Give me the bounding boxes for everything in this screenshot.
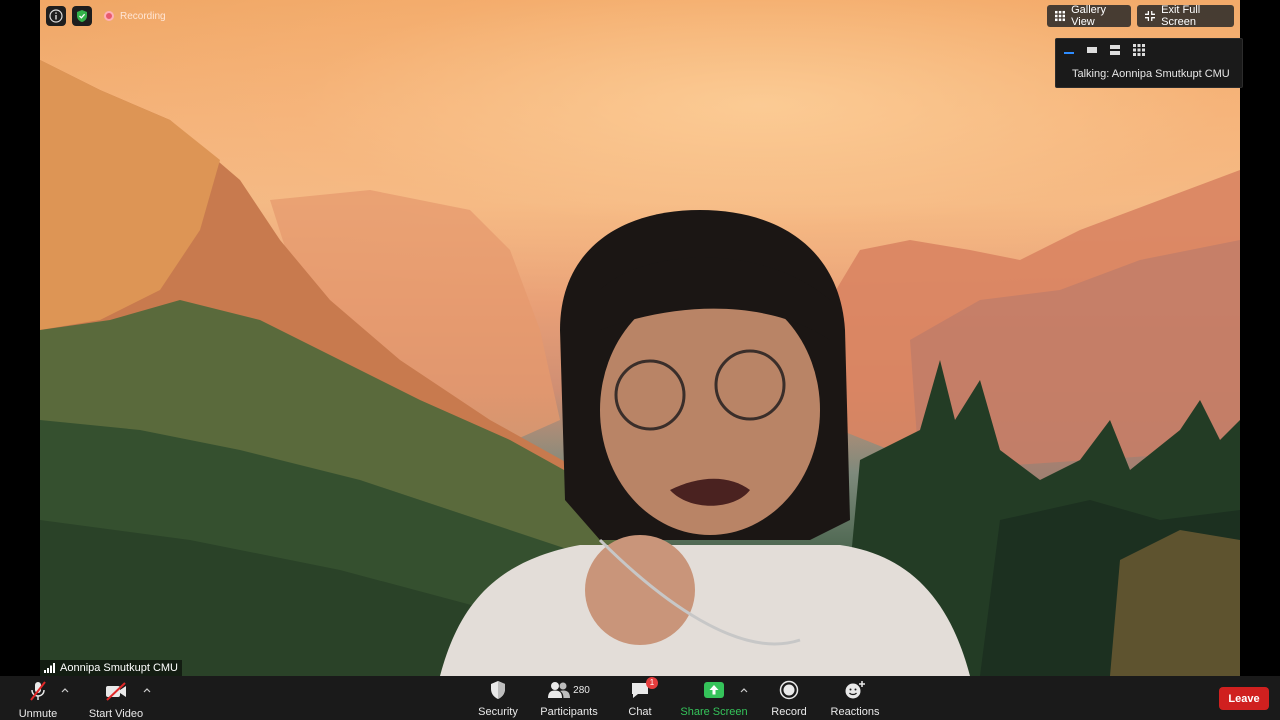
participant-name: Aonnipa Smutkupt CMU <box>60 662 178 674</box>
minimize-video-icon[interactable] <box>1064 45 1074 55</box>
exit-full-screen-label: Exit Full Screen <box>1161 4 1201 28</box>
exit-full-screen-button[interactable]: Exit Full Screen <box>1137 4 1234 28</box>
encryption-shield-button[interactable] <box>72 6 92 26</box>
audio-options-caret-icon[interactable] <box>61 686 69 694</box>
share-screen-label: Share Screen <box>680 706 748 718</box>
unmute-button[interactable]: Unmute <box>18 680 58 720</box>
talking-indicator-text: Talking: Aonnipa Smutkupt CMU <box>1072 68 1230 80</box>
participants-icon <box>548 682 571 698</box>
shield-icon <box>77 10 87 22</box>
reactions-icon <box>845 681 865 699</box>
recording-icon <box>104 11 114 21</box>
stacked-videos-icon[interactable] <box>1110 45 1120 55</box>
speaker-view-panel: Talking: Aonnipa Smutkupt CMU <box>1055 38 1243 88</box>
leave-button[interactable]: Leave <box>1219 687 1269 710</box>
single-video-icon[interactable] <box>1087 45 1097 55</box>
grid-videos-icon[interactable] <box>1133 44 1145 56</box>
security-shield-icon <box>491 681 505 699</box>
gallery-view-label: Gallery View <box>1071 4 1106 28</box>
exit-fullscreen-icon <box>1145 10 1156 22</box>
record-icon <box>779 680 799 700</box>
recording-label: Recording <box>120 10 166 22</box>
share-screen-button[interactable]: Share Screen <box>680 680 748 718</box>
active-speaker-video <box>40 0 1240 676</box>
reactions-button[interactable]: Reactions <box>831 680 879 718</box>
record-button[interactable]: Record <box>770 680 808 718</box>
view-layout-options <box>1064 44 1145 56</box>
recording-indicator: Recording <box>104 8 166 24</box>
start-video-label: Start Video <box>88 708 144 720</box>
security-label: Security <box>478 706 518 718</box>
unmute-label: Unmute <box>18 708 58 720</box>
participants-count: 280 <box>573 684 590 696</box>
gallery-view-button[interactable]: Gallery View <box>1047 4 1131 28</box>
mic-off-icon <box>30 681 46 701</box>
reactions-label: Reactions <box>830 706 880 718</box>
video-off-icon <box>106 682 126 701</box>
chat-unread-badge: 1 <box>646 677 658 689</box>
signal-icon <box>44 663 55 673</box>
virtual-background <box>40 60 1240 676</box>
video-options-caret-icon[interactable] <box>143 686 151 694</box>
participants-button[interactable]: 280 Participants <box>540 680 598 718</box>
chat-label: Chat <box>628 706 652 718</box>
video-stage <box>0 0 1280 676</box>
share-screen-icon <box>704 682 724 698</box>
share-options-caret-icon[interactable] <box>740 686 748 694</box>
start-video-button[interactable]: Start Video <box>88 680 144 720</box>
meeting-toolbar: Unmute Start Video Security 280 Particip… <box>0 676 1280 720</box>
record-label: Record <box>771 706 807 718</box>
meeting-info-button[interactable] <box>46 6 66 26</box>
info-icon <box>49 9 63 23</box>
gallery-grid-icon <box>1055 10 1066 22</box>
participants-label: Participants <box>540 706 598 718</box>
chat-button[interactable]: 1 Chat <box>624 677 658 718</box>
security-button[interactable]: Security <box>477 680 519 718</box>
participant-name-tag: Aonnipa Smutkupt CMU <box>40 660 182 676</box>
